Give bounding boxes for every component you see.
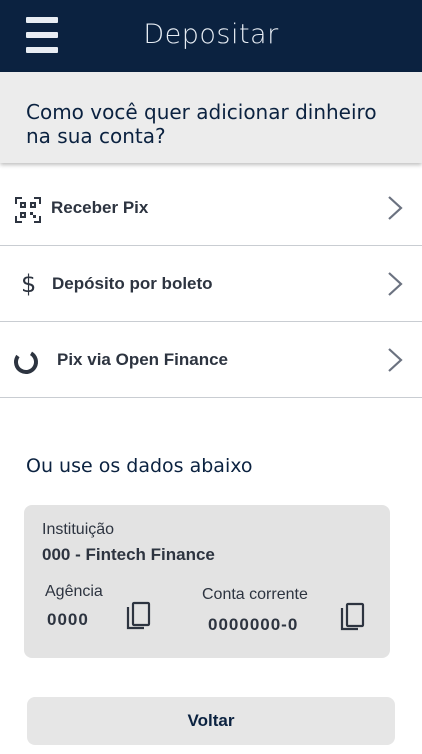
option-label: Depósito por boleto [52, 274, 213, 293]
question-text: Como você quer adicionar dinheiro na sua… [26, 100, 377, 148]
option-pix-open-finance[interactable]: Pix via Open Finance [0, 322, 422, 398]
option-label: Receber Pix [51, 198, 149, 217]
chevron-right-icon [388, 196, 403, 220]
agency-value: 0000 [47, 610, 89, 629]
account-data-card: Instituição 000 - Fintech Finance Agênci… [24, 505, 390, 658]
copy-agency-icon[interactable] [124, 601, 154, 633]
svg-text:$: $ [21, 270, 36, 298]
question-banner: Como você quer adicionar dinheiro na sua… [0, 72, 422, 163]
open-finance-icon [14, 350, 38, 374]
institution-value: 000 - Fintech Finance [42, 545, 215, 564]
option-receber-pix[interactable]: Receber Pix [0, 170, 422, 246]
page-title: Depositar [143, 19, 279, 50]
qr-code-icon [15, 197, 41, 223]
account-label: Conta corrente [202, 586, 308, 603]
back-button[interactable]: Voltar [27, 697, 395, 745]
option-label: Pix via Open Finance [57, 350, 229, 369]
section-title: Ou use os dados abaixo [26, 455, 253, 477]
account-value: 0000000-0 [208, 615, 299, 634]
dollar-icon: $ [21, 270, 36, 298]
institution-label: Instituição [42, 521, 115, 538]
agency-label: Agência [45, 583, 103, 600]
copy-account-icon[interactable] [338, 602, 368, 634]
app-header: Depositar [0, 0, 422, 72]
chevron-right-icon [388, 272, 403, 296]
chevron-right-icon [388, 348, 403, 372]
option-deposito-boleto[interactable]: $ Depósito por boleto [0, 246, 422, 322]
